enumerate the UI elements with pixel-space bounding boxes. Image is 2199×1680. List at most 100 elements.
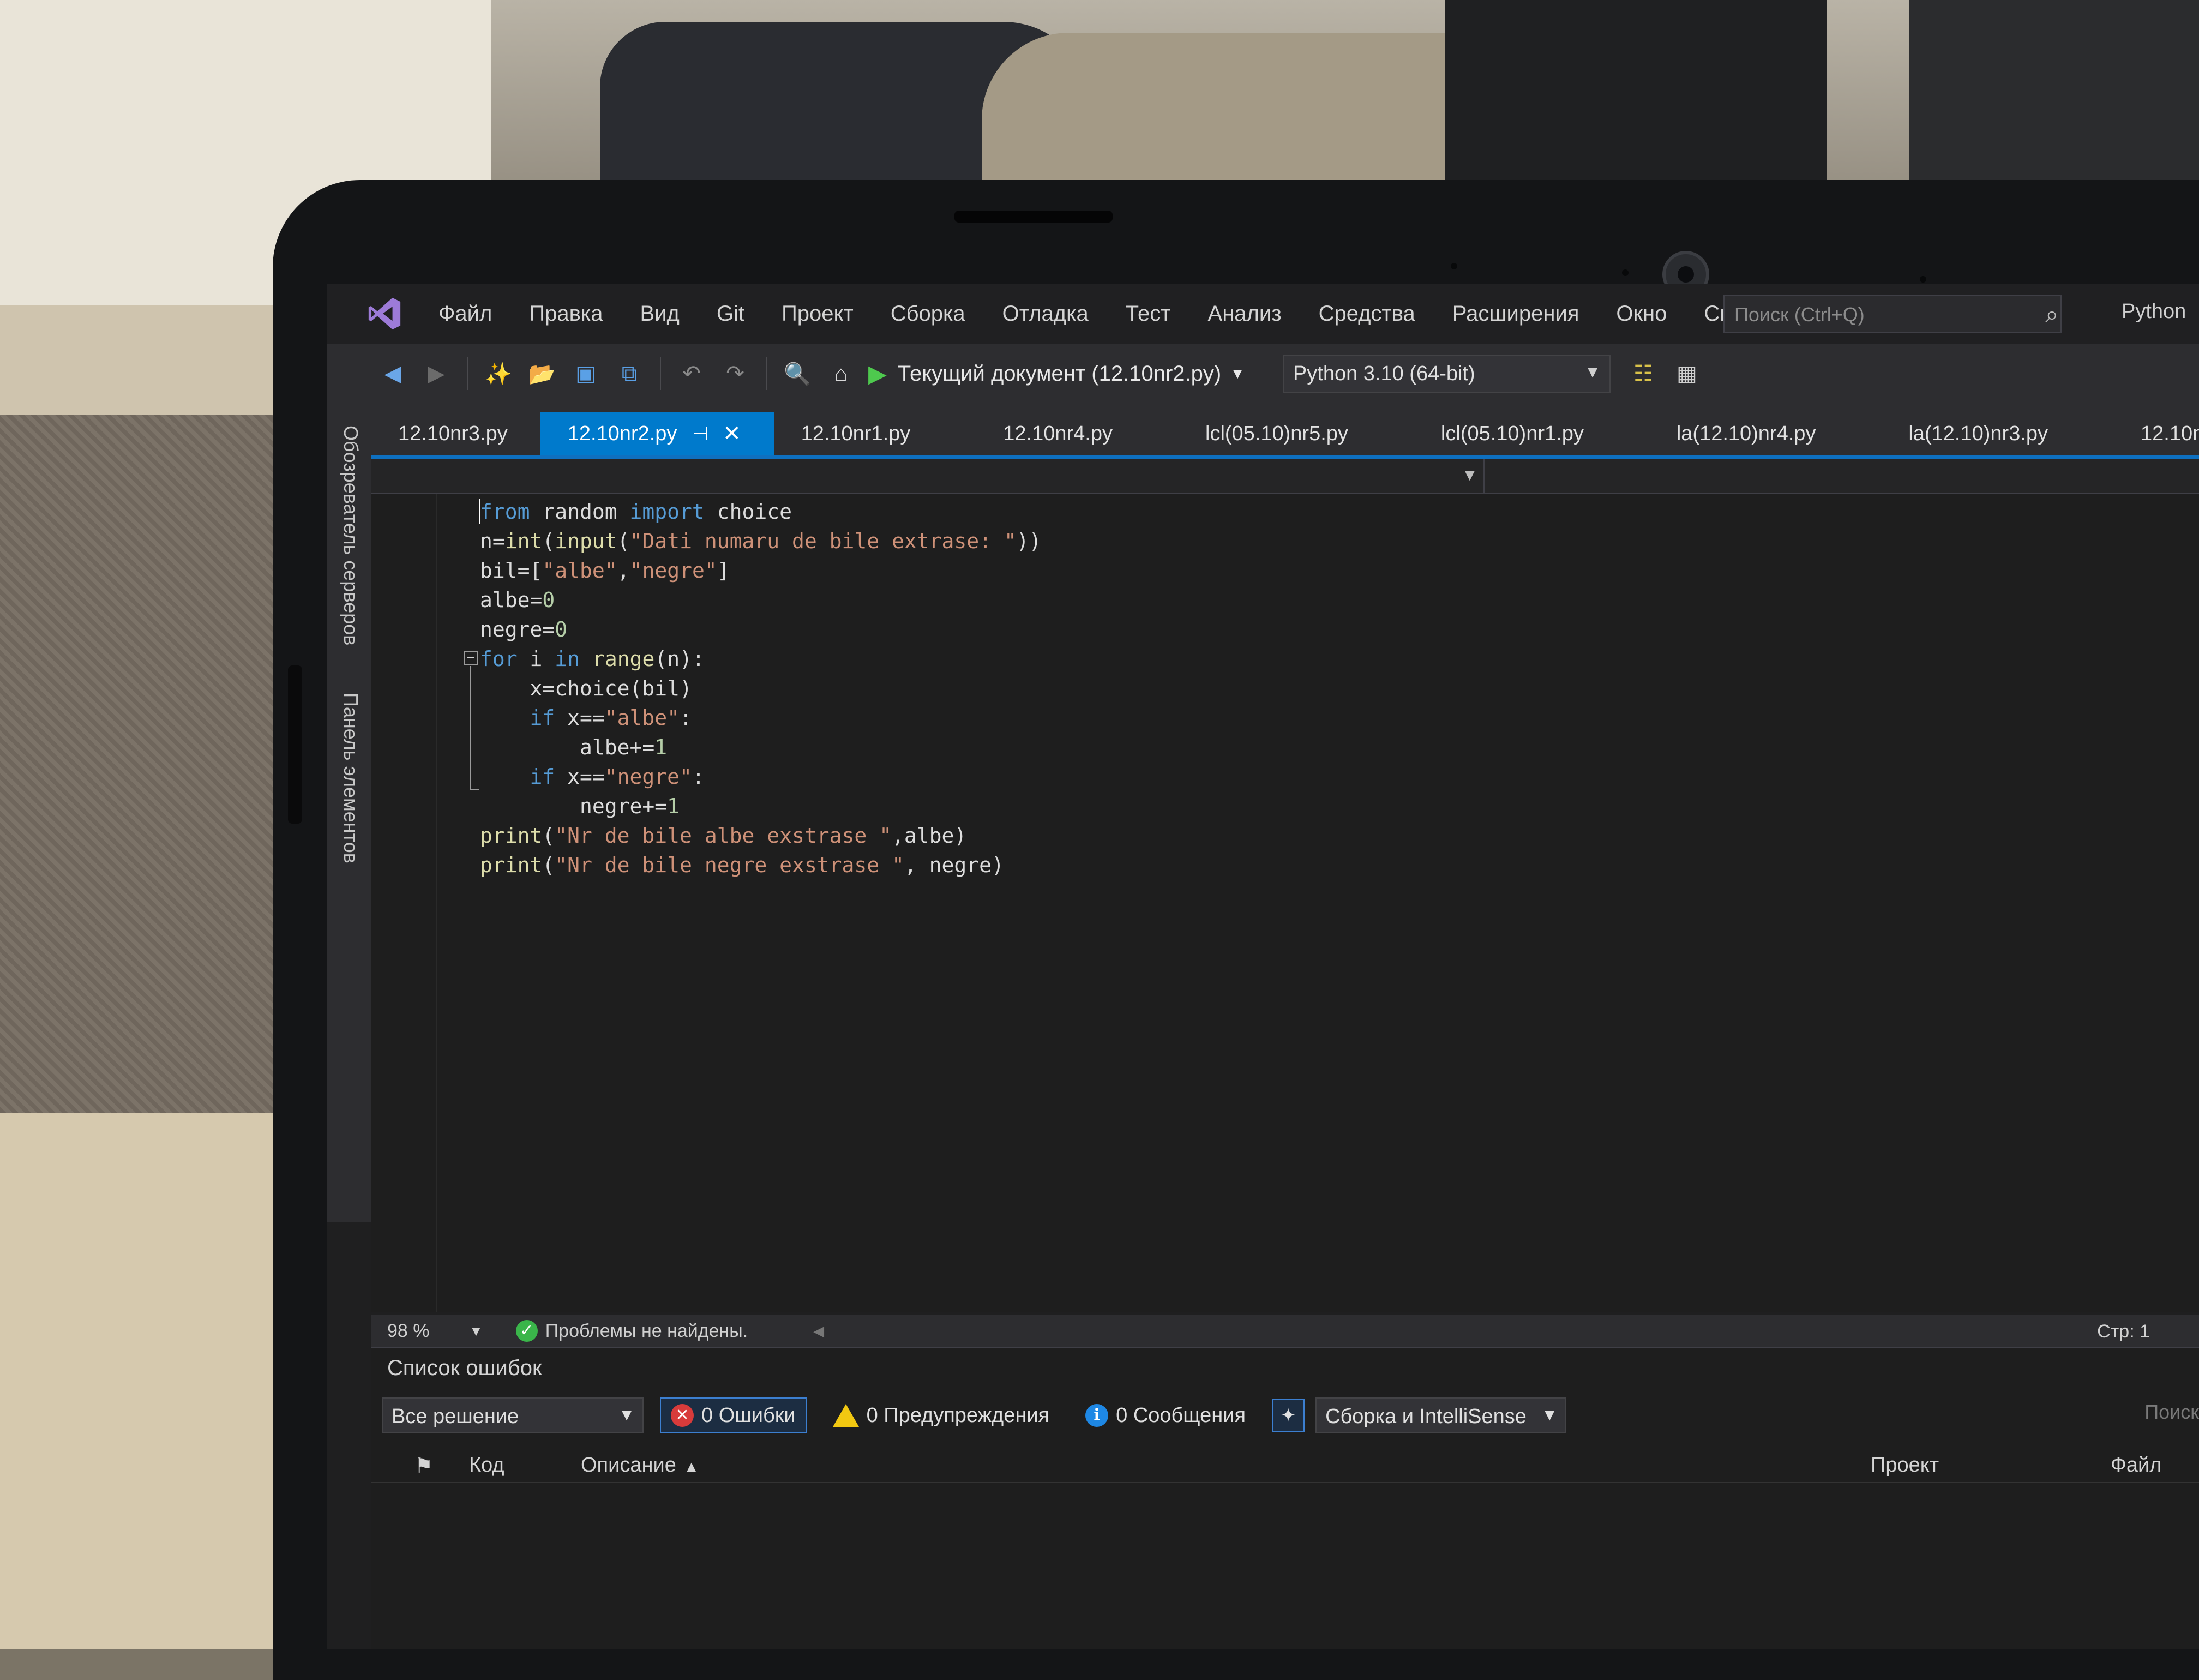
background-desk (0, 305, 305, 425)
column-header-code[interactable]: Код (469, 1454, 504, 1477)
sort-ascending-icon: ▲ (683, 1458, 699, 1475)
menu-file[interactable]: Файл (420, 302, 510, 326)
back-icon[interactable]: ◀ (376, 357, 409, 390)
chevron-down-icon[interactable]: ▼ (1462, 466, 1478, 485)
menu-edit[interactable]: Правка (510, 302, 621, 326)
layout-icon[interactable]: ▦ (1671, 357, 1703, 390)
code-line[interactable]: if x=="negre": (480, 762, 1042, 791)
menu-extensions[interactable]: Расширения (1434, 302, 1598, 326)
messages-count: 0 Сообщения (1116, 1403, 1246, 1427)
window-title: Python (2122, 300, 2186, 323)
code-text[interactable]: from random import choice n=int(input("Da… (480, 497, 1042, 880)
menu-tools[interactable]: Средства (1300, 302, 1434, 326)
code-line[interactable]: albe+=1 (480, 733, 1042, 762)
code-line[interactable]: print("Nr de bile albe exstrase ",albe) (480, 821, 1042, 850)
errors-count: 0 Ошибки (701, 1403, 796, 1427)
code-line[interactable]: for i in range(n): (480, 644, 1042, 674)
error-list-title: Список ошибок (387, 1356, 542, 1380)
find-in-files-icon[interactable]: 🔍 (781, 357, 814, 390)
ide-window: Файл Правка Вид Git Проект Сборка Отладк… (327, 284, 2199, 1649)
package-icon[interactable]: ☷ (1627, 357, 1660, 390)
toolbar-separator (660, 357, 661, 390)
scope-select[interactable]: Все решение ▼ (382, 1397, 644, 1433)
tab-12-10nr4[interactable]: 12.10nr4.py (943, 412, 1145, 455)
messages-filter-button[interactable]: i 0 Сообщения (1076, 1397, 1255, 1433)
zoom-level[interactable]: 98 % (387, 1321, 469, 1342)
menu-analyze[interactable]: Анализ (1189, 302, 1300, 326)
chevron-down-icon: ▼ (1230, 365, 1245, 382)
microphone-dot (1622, 269, 1629, 276)
server-explorer-tab[interactable]: Обозреватель серверов (339, 425, 362, 645)
tab-lcl-05-10nr5[interactable]: lcl(05.10)nr5.py (1145, 412, 1381, 455)
forward-icon[interactable]: ▶ (420, 357, 453, 390)
save-icon[interactable]: ▣ (569, 357, 602, 390)
collapse-icon[interactable]: − (464, 651, 478, 665)
tab-label: la(12.10)nr4.py (1676, 422, 1816, 445)
code-line[interactable]: print("Nr de bile negre exstrase ", negr… (480, 850, 1042, 880)
play-icon: ▶ (868, 360, 887, 387)
new-project-icon[interactable]: ✨ (482, 357, 515, 390)
code-line[interactable]: from random import choice (480, 497, 1042, 526)
tab-la-12-10nr4[interactable]: la(12.10)nr4.py (1617, 412, 1849, 455)
filter-tools-icon[interactable]: ✦ (1272, 1399, 1305, 1432)
build-filter-label: Сборка и IntelliSense (1325, 1405, 1527, 1428)
tab-12-10nr1[interactable]: 12.10nr1.py (774, 412, 944, 455)
chevron-down-icon[interactable]: ▼ (469, 1323, 483, 1340)
scope-label: Все решение (392, 1405, 519, 1428)
error-icon: ✕ (671, 1404, 694, 1427)
column-header-description[interactable]: Описание ▲ (581, 1454, 699, 1477)
tab-12-10nr3[interactable]: 12.10nr3.py (371, 412, 540, 455)
code-line[interactable]: negre+=1 (480, 791, 1042, 821)
menu-window[interactable]: Окно (1597, 302, 1685, 326)
code-editor[interactable]: − from random import choice n=int(input("… (371, 494, 2199, 1312)
tab-label: 12.10nr2.py (567, 422, 677, 445)
fold-guide (470, 666, 471, 790)
redo-icon[interactable]: ↷ (719, 357, 752, 390)
visual-studio-logo-icon (360, 292, 409, 335)
menu-test[interactable]: Тест (1107, 302, 1189, 326)
menu-build[interactable]: Сборка (872, 302, 984, 326)
close-icon[interactable]: ✕ (723, 421, 741, 446)
code-line[interactable]: n=int(input("Dati numaru de bile extrase… (480, 526, 1042, 556)
side-panel: Обозреватель серверов Панель элементов (327, 404, 371, 1222)
column-header-file[interactable]: Файл (2111, 1454, 2161, 1477)
column-header-icon[interactable]: ⚑ (414, 1454, 433, 1478)
chevron-down-icon: ▼ (1584, 363, 1601, 381)
menu-debug[interactable]: Отладка (984, 302, 1107, 326)
navbar-divider (1483, 459, 1485, 493)
save-all-icon[interactable]: ⧉ (613, 357, 646, 390)
code-line[interactable]: albe=0 (480, 585, 1042, 615)
tab-12-10nr2[interactable]: 12.10nr2.py ⊣ ✕ (540, 412, 774, 455)
tab-lcl-05-10nr1[interactable]: lcl(05.10)nr1.py (1381, 412, 1617, 455)
toolbox-tab[interactable]: Панель элементов (339, 693, 362, 863)
tab-la-12-10nr3[interactable]: la(12.10)nr3.py (1848, 412, 2081, 455)
home-icon[interactable]: ⌂ (825, 357, 857, 390)
search-input[interactable]: Поиск (Ctrl+Q) (1723, 295, 2062, 333)
environment-label: Python 3.10 (64-bit) (1293, 362, 1475, 385)
sensor-dot (1920, 276, 1926, 283)
column-header-project[interactable]: Проект (1871, 1454, 1939, 1477)
run-button[interactable]: ▶ Текущий документ (12.10nr2.py) ▼ (868, 360, 1245, 388)
toolbar: ◀ ▶ ✨ 📂 ▣ ⧉ ↶ ↷ 🔍 ⌂ ▶ Текущий документ (… (327, 344, 2199, 404)
menu-project[interactable]: Проект (763, 302, 872, 326)
open-file-icon[interactable]: 📂 (526, 357, 558, 390)
scroll-left-icon[interactable]: ◀ (813, 1323, 824, 1340)
menu-git[interactable]: Git (698, 302, 763, 326)
undo-icon[interactable]: ↶ (675, 357, 708, 390)
code-line[interactable]: x=choice(bil) (480, 674, 1042, 703)
menu-view[interactable]: Вид (621, 302, 698, 326)
warnings-filter-button[interactable]: 0 Предупреждения (823, 1397, 1060, 1433)
pin-icon[interactable]: ⊣ (692, 423, 708, 445)
errors-filter-button[interactable]: ✕ 0 Ошибки (660, 1397, 807, 1433)
code-line[interactable]: bil=["albe","negre"] (480, 556, 1042, 585)
tab-12-10nr5[interactable]: 12.10nr5.py (2081, 412, 2199, 455)
code-line[interactable]: negre=0 (480, 615, 1042, 644)
python-environment-select[interactable]: Python 3.10 (64-bit) ▼ (1283, 355, 1611, 393)
editor-gutter (371, 494, 437, 1312)
problems-status[interactable]: Проблемы не найдены. (545, 1321, 748, 1342)
code-line[interactable]: if x=="albe": (480, 703, 1042, 733)
error-search-input[interactable]: Поиск (2144, 1401, 2199, 1424)
tab-label: 12.10nr5.py (2141, 422, 2199, 445)
search-icon[interactable]: ⌕ (2045, 301, 2059, 328)
build-filter-select[interactable]: Сборка и IntelliSense ▼ (1315, 1397, 1567, 1433)
